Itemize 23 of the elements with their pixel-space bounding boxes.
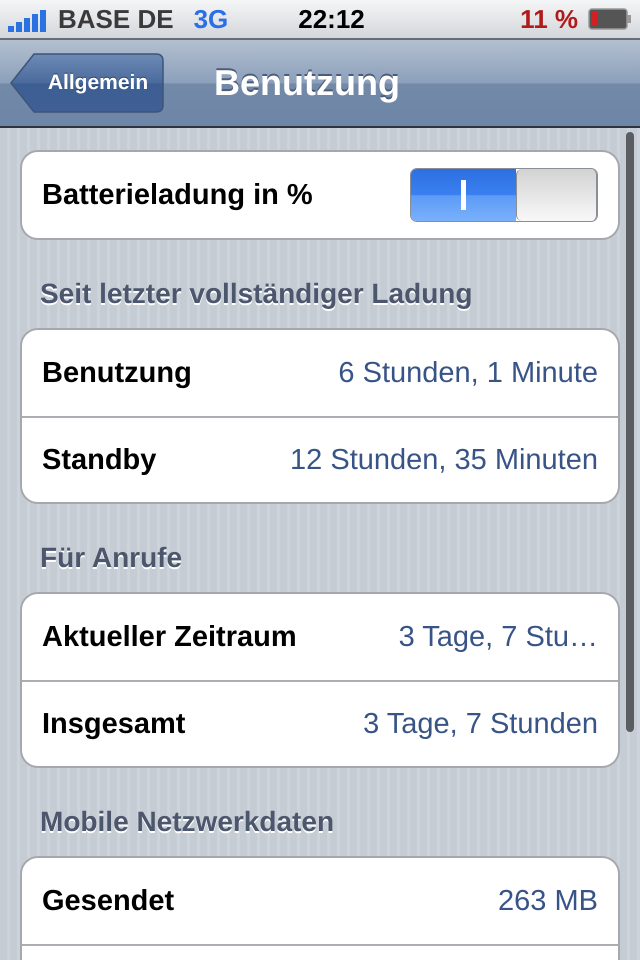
row-label: Standby: [42, 444, 156, 476]
row-value: 3 Tage, 7 Stunden: [363, 708, 598, 740]
setting-label: Batterieladung in %: [42, 178, 313, 212]
toggle-switch[interactable]: [410, 168, 598, 222]
section-header: Für Anrufe: [39, 541, 184, 575]
battery-icon: [588, 8, 632, 30]
row-value: 3 Tage, 7 Stu…: [398, 620, 598, 654]
row-label: Gesendet: [42, 884, 174, 918]
row-value: 6 Stunden, 1 Minute: [338, 356, 598, 390]
row-label: Insgesamt: [42, 708, 186, 740]
nav-title: Benutzung: [214, 62, 400, 104]
section-header: Seit letzter vollständiger Ladung: [39, 277, 474, 311]
battery-percent: 11 %: [520, 4, 578, 34]
row-label: Benutzung: [42, 356, 192, 390]
on-mark-icon: [460, 180, 466, 210]
row-value: 12 Stunden, 35 Minuten: [290, 444, 598, 476]
section-header: Mobile Netzwerkdaten: [39, 805, 336, 839]
network-type: 3G: [194, 4, 228, 34]
clock-time: 22:12: [298, 4, 366, 34]
back-button[interactable]: Allgemein: [10, 53, 164, 113]
carrier-name: BASE DE: [58, 4, 174, 34]
row-label: Aktueller Zeitraum: [42, 620, 297, 654]
row-value: 263 MB: [498, 884, 598, 918]
